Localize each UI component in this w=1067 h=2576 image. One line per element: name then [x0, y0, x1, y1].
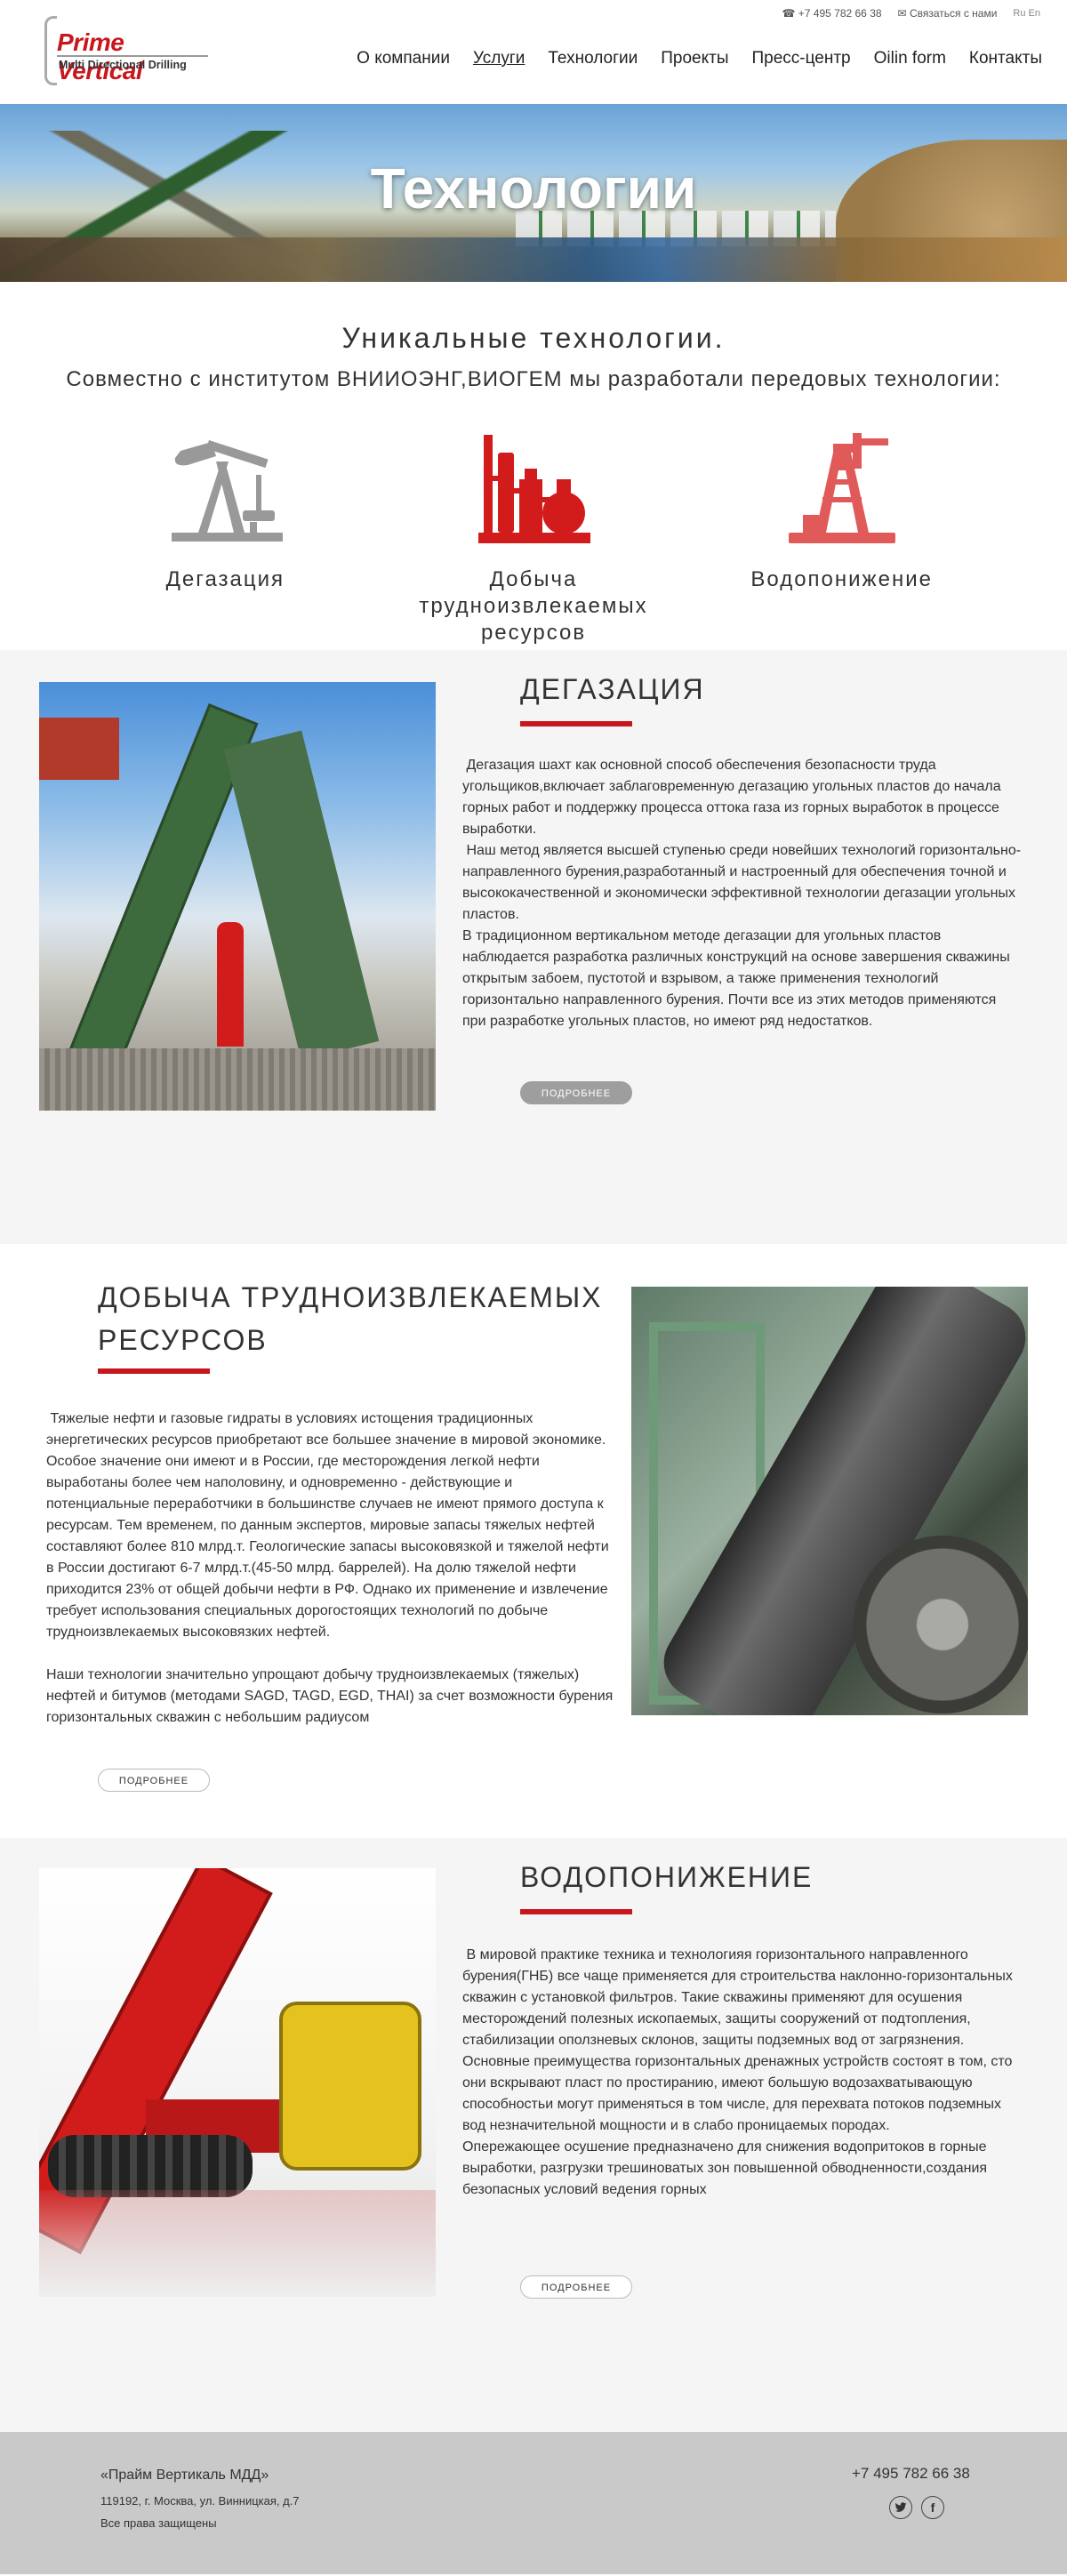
rig-cab [39, 718, 119, 780]
features-list: Дегазация Добыча трудноизвлекаемых ресур… [71, 426, 996, 646]
phone-link[interactable]: ☎ +7 495 782 66 38 [782, 7, 882, 20]
degassing-photo [39, 682, 436, 1111]
top-bar: ☎ +7 495 782 66 38 ✉ Связаться с нами Ru… [782, 7, 1041, 20]
refinery-icon [478, 435, 590, 543]
section-dewatering-title: ВОДОПОНИЖЕНИЕ [520, 1861, 814, 1893]
dewatering-more-button[interactable]: ПОДРОБНЕЕ [520, 2275, 632, 2299]
section-hard-to-recover-title: ДОБЫЧА ТРУДНОИЗВЛЕКАЕМЫХ РЕСУРСОВ [98, 1281, 603, 1356]
hero-ground [0, 237, 1067, 282]
section-degassing: ДЕГАЗАЦИЯ Дегазация шахт как основной сп… [0, 650, 1067, 1244]
main-nav: О компании Услуги Технологии Проекты Пре… [357, 49, 1042, 68]
phone-number: +7 495 782 66 38 [798, 7, 882, 20]
nav-technologies[interactable]: Технологии [548, 49, 638, 68]
feature-hard-to-recover-label: Добыча трудноизвлекаемых ресурсов [419, 567, 648, 645]
drill-bit [854, 1536, 1028, 1713]
contact-link[interactable]: ✉ Связаться с нами [898, 7, 998, 20]
footer-rights: Все права защищены [100, 2516, 217, 2530]
nav-contacts[interactable]: Контакты [969, 49, 1042, 68]
site-footer: «Прайм Вертикаль МДД» 119192, г. Москва,… [0, 2432, 1067, 2574]
logo[interactable]: Prime Vertical Multi Directional Drillin… [44, 16, 213, 85]
site-header: Prime Vertical Multi Directional Drillin… [0, 0, 1067, 104]
section-degassing-text: Дегазация шахт как основной способ обесп… [462, 758, 1022, 1029]
nav-oilin-form[interactable]: Oilin form [874, 49, 946, 68]
footer-company: «Прайм Вертикаль МДД» [100, 2468, 269, 2483]
intro-section: Уникальные технологии. Совместно с инсти… [0, 282, 1067, 650]
drill-bit-photo [631, 1287, 1028, 1715]
footer-address: 119192, г. Москва, ул. Винницкая, д.7 [100, 2494, 300, 2508]
nav-projects[interactable]: Проекты [661, 49, 728, 68]
section-dewatering-underline [520, 1909, 632, 1914]
feature-degassing-label: Дегазация [165, 567, 285, 591]
pumpjack-icon [172, 440, 284, 542]
section-dewatering-text: В мировой практике техника и технологияя… [462, 1947, 1013, 2197]
nav-about[interactable]: О компании [357, 49, 450, 68]
logo-hook-graphic [44, 16, 57, 85]
contact-link-label: Связаться с нами [909, 7, 998, 20]
hero-banner: Технологии [0, 104, 1067, 282]
rig-base [39, 1048, 436, 1111]
logo-title: Prime Vertical [57, 28, 143, 84]
facebook-icon[interactable]: f [921, 2496, 944, 2519]
nav-services[interactable]: Услуги [473, 49, 525, 68]
feature-degassing[interactable]: Дегазация [71, 426, 380, 646]
intro-lead: Совместно с институтом ВНИИОЭНГ,ВИОГЕМ м… [66, 367, 1001, 391]
oil-derrick-icon [788, 433, 895, 543]
language-switcher[interactable]: Ru En [1013, 8, 1040, 19]
degassing-more-button[interactable]: ПОДРОБНЕЕ [520, 1081, 632, 1104]
feature-hard-to-recover[interactable]: Добыча трудноизвлекаемых ресурсов [380, 426, 688, 646]
rig-gearbox [279, 2002, 421, 2171]
section-degassing-title: ДЕГАЗАЦИЯ [520, 673, 705, 705]
twitter-icon[interactable] [889, 2496, 912, 2519]
worker [217, 922, 244, 1047]
rig-mast [223, 730, 380, 1061]
intro-heading: Уникальные технологии. [341, 322, 726, 354]
nav-press-center[interactable]: Пресс-центр [752, 49, 851, 68]
footer-phone[interactable]: +7 495 782 66 38 [852, 2465, 970, 2483]
hard-to-recover-more-button[interactable]: ПОДРОБНЕЕ [98, 1769, 210, 1792]
section-hard-to-recover: ДОБЫЧА ТРУДНОИЗВЛЕКАЕМЫХ РЕСУРСОВ Тяжелы… [0, 1244, 1067, 1838]
logo-subtitle: Multi Directional Drilling [59, 59, 187, 71]
rig-track [48, 2135, 253, 2197]
feature-dewatering[interactable]: Водопонижение [687, 426, 996, 646]
section-dewatering: ВОДОПОНИЖЕНИЕ В мировой практике техника… [0, 1838, 1067, 2432]
rig-reflection [39, 2190, 436, 2297]
logo-divider [57, 55, 208, 57]
section-hard-to-recover-underline [98, 1368, 210, 1374]
section-hard-to-recover-text: Тяжелые нефти и газовые гидраты в услови… [46, 1411, 614, 1725]
section-degassing-underline [520, 721, 632, 726]
hero-title: Технологии [370, 156, 697, 221]
dewatering-photo [39, 1868, 436, 2297]
feature-dewatering-label: Водопонижение [750, 567, 933, 591]
